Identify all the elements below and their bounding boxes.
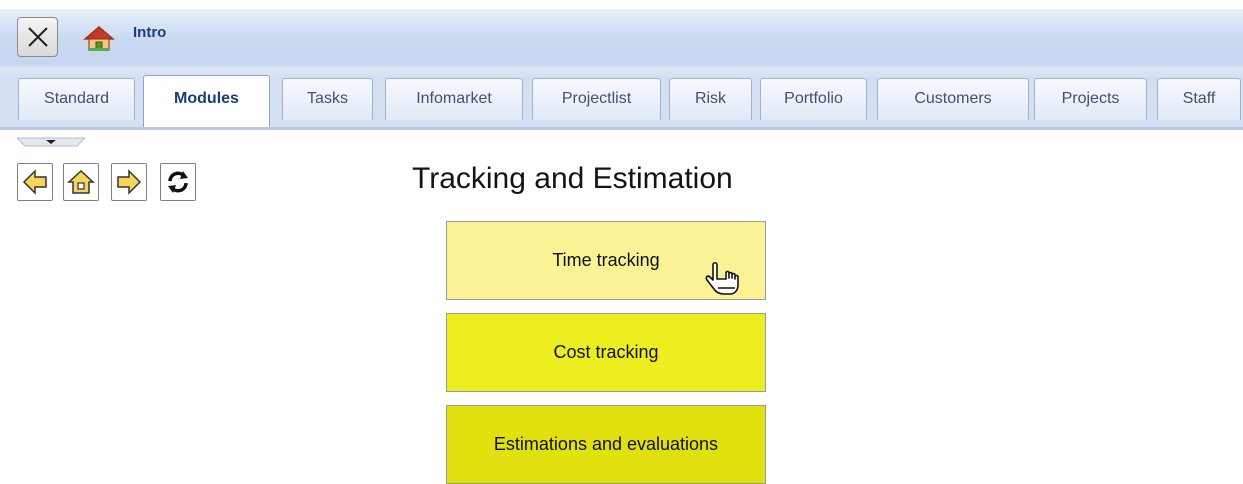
tab-strip-divider	[0, 127, 1243, 130]
estimations-tile[interactable]: Estimations and evaluations	[446, 405, 766, 484]
tab-tasks[interactable]: Tasks	[282, 78, 373, 120]
hand-cursor-icon	[705, 261, 739, 295]
tile-label: Time tracking	[552, 250, 660, 270]
tab-standard[interactable]: Standard	[18, 78, 135, 120]
tab-portfolio[interactable]: Portfolio	[760, 78, 867, 120]
home-button[interactable]	[63, 163, 99, 201]
forward-button[interactable]	[111, 163, 147, 201]
window-title: Intro	[133, 24, 167, 41]
page-title: Tracking and Estimation	[412, 162, 733, 195]
tab-modules[interactable]: Modules	[143, 75, 270, 127]
tab-projects[interactable]: Projects	[1034, 78, 1147, 120]
house-icon[interactable]	[82, 24, 116, 52]
tab-infomarket[interactable]: Infomarket	[385, 78, 523, 120]
cost-tracking-tile[interactable]: Cost tracking	[446, 313, 766, 392]
collapse-toggle[interactable]	[15, 137, 87, 151]
tab-staff[interactable]: Staff	[1157, 78, 1241, 120]
refresh-icon	[168, 171, 188, 193]
refresh-button[interactable]	[160, 163, 196, 201]
tab-risk[interactable]: Risk	[669, 78, 752, 120]
arrow-left-icon	[22, 169, 47, 195]
home-icon	[67, 169, 95, 194]
title-bar	[0, 0, 1243, 68]
tab-customers[interactable]: Customers	[877, 78, 1029, 120]
close-x-icon	[28, 27, 48, 47]
tab-projectlist[interactable]: Projectlist	[532, 78, 661, 120]
arrow-right-icon	[117, 169, 142, 195]
tile-label: Cost tracking	[553, 342, 659, 362]
close-button[interactable]	[17, 17, 58, 57]
tile-label: Estimations and evaluations	[493, 434, 719, 454]
back-button[interactable]	[17, 163, 53, 201]
chevron-down-icon	[15, 137, 87, 147]
